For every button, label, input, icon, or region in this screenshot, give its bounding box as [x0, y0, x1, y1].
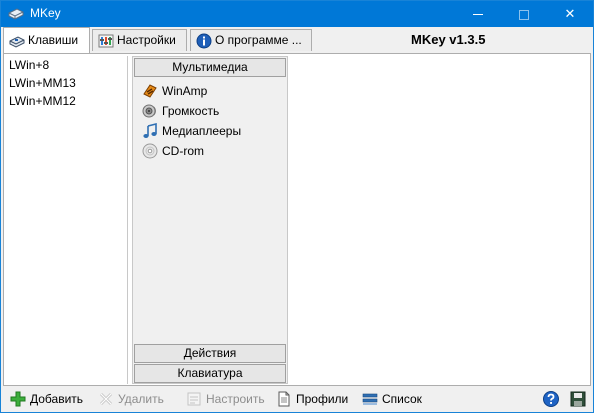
music-note-icon — [143, 123, 157, 138]
category-item-label: Громкость — [162, 104, 220, 118]
help-button[interactable] — [543, 390, 559, 409]
profiles-button[interactable]: Профили — [276, 390, 348, 409]
category-item-media-players[interactable]: Медиаплееры — [133, 121, 287, 141]
tab-content: LWin+8 LWin+MM13 LWin+MM12 Мультимедиа W… — [3, 53, 591, 386]
list-item[interactable]: LWin+MM12 — [5, 92, 127, 110]
delete-button[interactable]: Удалить — [98, 390, 164, 409]
maximize-icon — [519, 9, 529, 20]
category-item-label: WinAmp — [162, 84, 208, 98]
document-icon — [278, 391, 290, 407]
save-button[interactable] — [570, 390, 586, 409]
version-label: MKey v1.3.5 — [411, 32, 486, 47]
delete-x-icon — [99, 392, 113, 406]
speaker-icon — [142, 104, 156, 118]
cd-icon — [142, 143, 158, 159]
tab-settings-label: Настройки — [117, 33, 176, 47]
profiles-button-label: Профили — [296, 392, 349, 406]
maximize-button — [501, 1, 547, 27]
tab-strip: Клавиши Настройки О программе ... MKey v… — [1, 27, 593, 54]
key-list[interactable]: LWin+8 LWin+MM13 LWin+MM12 — [5, 56, 128, 384]
delete-button-label: Удалить — [118, 392, 164, 406]
category-item-label: Медиаплееры — [162, 124, 242, 138]
category-header-keyboard[interactable]: Клавиатура — [134, 364, 286, 383]
category-header-actions[interactable]: Действия — [134, 344, 286, 363]
list-item[interactable]: LWin+8 — [5, 56, 127, 74]
details-panel — [290, 56, 589, 384]
tab-keys[interactable]: Клавиши — [3, 27, 90, 53]
help-icon — [543, 391, 559, 407]
winamp-icon — [143, 84, 157, 98]
configure-button-label: Настроить — [206, 392, 265, 406]
category-item-winamp[interactable]: WinAmp — [133, 81, 287, 101]
list-icon — [362, 393, 378, 405]
window-title: MKey — [30, 6, 61, 20]
plus-icon — [10, 391, 26, 407]
app-window: MKey ✕ Клавиши Настройки О программе ...… — [0, 0, 594, 413]
tab-about-label: О программе ... — [215, 33, 302, 47]
category-item-volume[interactable]: Громкость — [133, 101, 287, 121]
tab-about[interactable]: О программе ... — [190, 29, 312, 51]
category-panel: Мультимедиа WinAmp Громкость Медиаплееры… — [132, 56, 288, 384]
settings-icon — [98, 34, 114, 48]
bottom-toolbar: Добавить Удалить Настроить Профили Списо… — [1, 387, 593, 412]
keyboard-icon — [9, 36, 25, 48]
save-icon — [570, 391, 586, 407]
tab-keys-label: Клавиши — [28, 33, 79, 47]
add-button-label: Добавить — [30, 392, 84, 406]
configure-button[interactable]: Настроить — [186, 390, 265, 409]
list-button[interactable]: Список — [362, 390, 422, 409]
minimize-button[interactable] — [455, 1, 501, 27]
category-item-cd-rom[interactable]: CD-rom — [133, 141, 287, 161]
list-button-label: Список — [382, 392, 422, 406]
category-item-label: CD-rom — [162, 144, 204, 158]
close-icon: ✕ — [564, 6, 576, 21]
minimize-icon — [473, 14, 483, 16]
add-button[interactable]: Добавить — [10, 390, 83, 409]
category-list: WinAmp Громкость Медиаплееры CD-rom — [133, 81, 287, 161]
title-bar[interactable]: MKey ✕ — [1, 1, 593, 27]
list-item[interactable]: LWin+MM13 — [5, 74, 127, 92]
app-keyboard-icon — [8, 8, 24, 20]
configure-icon — [187, 392, 201, 406]
close-button[interactable]: ✕ — [547, 1, 593, 27]
category-header-multimedia[interactable]: Мультимедиа — [134, 58, 286, 77]
info-icon — [196, 33, 212, 49]
tab-settings[interactable]: Настройки — [92, 29, 187, 51]
